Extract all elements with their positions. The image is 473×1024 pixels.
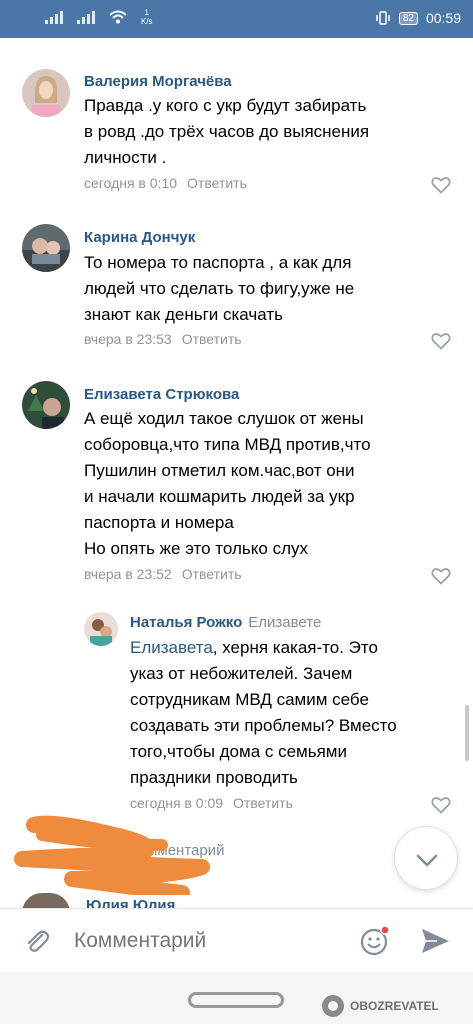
speed-unit: K/s [141, 17, 153, 26]
heart-icon[interactable] [431, 567, 451, 585]
wifi-icon [109, 10, 127, 24]
comment-text: Елизавета, херня какая-то. Это указ от н… [130, 635, 430, 791]
vibrate-icon [376, 11, 390, 25]
battery-icon: 82 [398, 11, 418, 25]
signal-icon [45, 10, 63, 24]
comment-meta: вчера в 23:52 Ответить [84, 566, 242, 582]
comment-text: А ещё ходил такое слушок от жены соборов… [84, 409, 371, 558]
scroll-down-button[interactable] [394, 826, 458, 890]
clock: 00:59 [425, 10, 461, 26]
send-icon[interactable] [418, 925, 452, 957]
mention-link[interactable]: Елизавета [130, 638, 213, 657]
avatar[interactable] [22, 69, 70, 117]
comment-meta: вчера в 23:53 Ответить [84, 331, 242, 347]
comment-text: То номера то паспорта , а как для людей … [84, 253, 355, 324]
watermark-logo-icon [322, 995, 344, 1017]
comment-text: Правда .у кого с укр будут забирать в ро… [84, 96, 370, 167]
reply-author-name[interactable]: Наталья Рожко [130, 614, 242, 631]
comment-time: сегодня в 0:09 [130, 795, 224, 811]
network-speed: 1 K/s [141, 8, 153, 26]
reply-button[interactable]: Ответить [182, 566, 242, 582]
comment-meta: сегодня в 0:10 Ответить [84, 175, 247, 191]
avatar[interactable] [22, 381, 70, 429]
comment-author[interactable]: Карина Дончук [84, 229, 195, 246]
home-button[interactable] [188, 992, 284, 1008]
comment-time: вчера в 23:52 [84, 566, 172, 582]
comment-time: сегодня в 0:10 [84, 175, 178, 191]
paperclip-icon[interactable] [22, 927, 52, 957]
comment-time: вчера в 23:53 [84, 331, 172, 347]
reply-text-body: , херня какая-то. Это указ от небожителе… [130, 638, 397, 787]
chevron-down-icon [416, 854, 438, 867]
reply-to-label[interactable]: Елизавете [248, 614, 321, 631]
speed-value: 1 [144, 8, 149, 17]
comment-input[interactable] [74, 929, 334, 953]
heart-icon[interactable] [431, 332, 451, 350]
smile-icon[interactable] [358, 924, 392, 958]
scrollbar[interactable] [465, 705, 469, 761]
signal-icon-2 [77, 10, 95, 24]
watermark-text: OBOZREVATEL [350, 999, 439, 1013]
reply-button[interactable]: Ответить [187, 175, 247, 191]
comment-meta: сегодня в 0:09 Ответить [130, 795, 293, 811]
avatar[interactable] [84, 612, 118, 646]
heart-icon[interactable] [431, 796, 451, 814]
comment-composer [0, 908, 473, 972]
watermark: OBOZREVATEL [322, 995, 439, 1017]
status-bar: 1 K/s 82 00:59 [0, 0, 473, 38]
comment-author[interactable]: Валерия Моргачёва [84, 73, 232, 90]
heart-icon[interactable] [431, 176, 451, 194]
reply-button[interactable]: Ответить [233, 795, 293, 811]
comment-author[interactable]: Наталья Рожко Елизавете [130, 614, 321, 631]
comment-author[interactable]: Елизавета Стрюкова [84, 386, 239, 403]
reply-button[interactable]: Ответить [182, 331, 242, 347]
redaction-scribble [14, 815, 210, 895]
avatar[interactable] [22, 224, 70, 272]
